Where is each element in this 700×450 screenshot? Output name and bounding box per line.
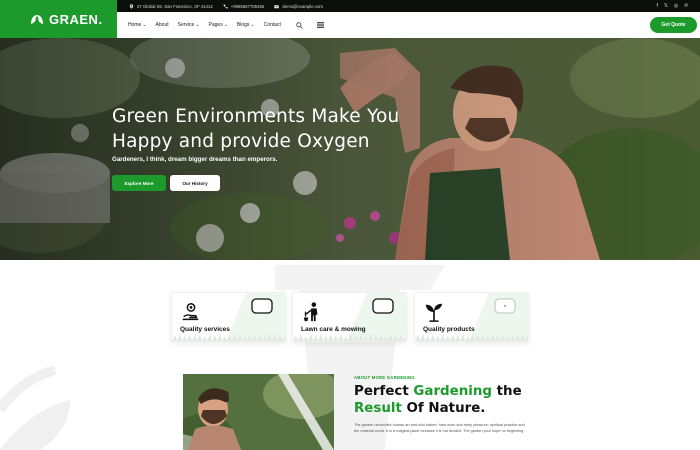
grass-decoration xyxy=(415,334,528,341)
leaf-icon xyxy=(31,14,43,24)
brand-name: GRAEN. xyxy=(49,11,103,27)
location-icon xyxy=(129,3,134,9)
chevron-down-icon: ⌄ xyxy=(195,22,200,28)
menu-icon[interactable] xyxy=(316,22,324,28)
hero-title: Green Environments Make You Happy and pr… xyxy=(112,104,472,154)
about-title: Perfect Gardening the Result Of Nature. xyxy=(354,383,554,417)
service-label: Lawn care & mowing xyxy=(301,326,366,333)
nav-service[interactable]: Service ⌄ xyxy=(178,22,200,28)
service-card-lawn-care[interactable]: Lawn care & mowing xyxy=(292,292,407,342)
nav-home[interactable]: Home ⌄ xyxy=(128,22,147,28)
search-icon[interactable] xyxy=(296,21,303,29)
grass-decoration xyxy=(293,334,406,341)
social-links: f 𝕏 ◎ ℗ xyxy=(657,3,700,9)
logo[interactable]: GRAEN. xyxy=(0,0,117,38)
badge-outline-icon xyxy=(494,298,516,314)
explore-more-button[interactable]: Explore More xyxy=(112,175,166,191)
badge-outline-icon xyxy=(372,298,394,314)
service-label: Quality products xyxy=(423,326,475,333)
hero-section: Green Environments Make You Happy and pr… xyxy=(0,38,700,260)
hero-title-line-2: Happy and provide Oxygen xyxy=(112,131,370,152)
phone-icon xyxy=(223,4,228,9)
nav-home-label: Home xyxy=(128,22,142,28)
nav-contact-label: Contact xyxy=(263,22,281,28)
about-title-highlight: Gardening xyxy=(413,384,492,399)
nav-blogs[interactable]: Blogs ⌄ xyxy=(237,22,255,28)
sprout-icon xyxy=(425,303,443,322)
nav-contact[interactable]: Contact xyxy=(264,22,281,28)
mail-icon xyxy=(274,4,280,8)
chevron-down-icon: ⌄ xyxy=(223,22,228,28)
hero-title-line-1: Green Environments Make You xyxy=(112,106,400,127)
nav-pages-label: Pages xyxy=(208,22,223,28)
nav-service-label: Service xyxy=(177,22,195,28)
about-title-part: Of Nature. xyxy=(401,401,486,416)
nav-pages[interactable]: Pages ⌄ xyxy=(209,22,228,28)
hand-plant-icon xyxy=(182,303,199,321)
service-card-quality-services[interactable]: Quality services xyxy=(171,292,286,342)
background-decoration xyxy=(0,265,445,450)
get-quote-button[interactable]: Get Quote xyxy=(650,17,697,33)
nav-about[interactable]: About xyxy=(156,22,169,28)
address-text: 27 Global Str, San Francisco, SF 41412 xyxy=(137,3,213,9)
about-body: The garden reconciles human art and wild… xyxy=(354,423,525,433)
x-icon[interactable]: 𝕏 xyxy=(664,3,668,9)
chevron-down-icon: ⌄ xyxy=(250,22,255,28)
gardener-photo xyxy=(183,374,334,450)
service-card-quality-products[interactable]: Quality products xyxy=(414,292,529,342)
top-info-bar: 27 Global Str, San Francisco, SF 41412 +… xyxy=(117,0,700,12)
about-image xyxy=(183,374,334,450)
phone-text: +9995567765455 xyxy=(230,3,265,9)
gardener-icon xyxy=(303,302,318,322)
about-title-highlight: Result xyxy=(354,401,402,416)
grass-decoration xyxy=(172,334,285,341)
instagram-icon[interactable]: ◎ xyxy=(674,3,678,9)
about-title-part: Perfect xyxy=(354,384,414,399)
hero-subtitle: Gardeners, I think, dream bigger dreams … xyxy=(112,156,278,163)
chevron-down-icon: ⌄ xyxy=(142,22,147,28)
nav-about-label: About xyxy=(155,22,169,28)
pinterest-icon[interactable]: ℗ xyxy=(684,3,688,9)
service-label: Quality services xyxy=(180,326,230,333)
address-info: 27 Global Str, San Francisco, SF 41412 xyxy=(129,4,213,9)
email-text: demo@example.com xyxy=(282,3,323,9)
our-history-button[interactable]: Our History xyxy=(170,175,220,191)
main-nav: Home ⌄ About Service ⌄ Pages ⌄ Blogs ⌄ Conta… xyxy=(117,12,700,38)
facebook-icon[interactable]: f xyxy=(657,3,658,9)
badge-outline-icon xyxy=(251,298,273,314)
email-info[interactable]: demo@example.com xyxy=(274,4,323,9)
about-title-part: the xyxy=(491,384,522,399)
nav-blogs-label: Blogs xyxy=(236,22,250,28)
phone-info[interactable]: +9995567765455 xyxy=(223,3,265,9)
about-kicker: ABOUT MORE GARDENING xyxy=(354,375,415,380)
